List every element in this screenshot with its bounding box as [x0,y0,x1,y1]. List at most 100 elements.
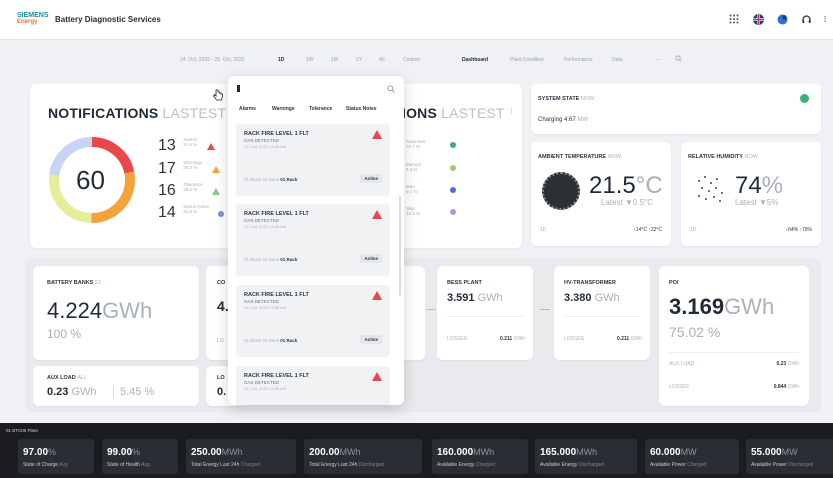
notifications-card: NOTIFICATIONS LASTEST 60 13 Alarms 21.6 %… [30,84,238,248]
humidity-droplets-icon [698,176,723,202]
notification-item[interactable]: RACK FIRE LEVEL 1 FLT GAS DETECTED 25. O… [236,285,390,357]
status-badge: Active [360,254,382,263]
hv-divider [564,316,640,317]
period-1d[interactable]: 1D [278,57,284,63]
globe-icon[interactable] [775,12,789,26]
grid-apps-icon[interactable] [727,12,741,26]
view-data[interactable]: Data [612,57,623,63]
hv-transformer-card[interactable]: HV-TRANSFORMER 3.380 GWh LOSSES 0.211 GW… [554,266,650,360]
alarm-icon [372,291,382,300]
legend-row-alarms[interactable]: 13 Alarms 21.6 % [158,137,215,155]
automatic-status-icon [450,142,456,148]
man-status-icon [450,187,456,193]
period-1w[interactable]: 1W [306,57,314,63]
poi-value: 3.169GWh [669,294,775,319]
humidity-title: RELATIVE HUMIDITY NOW [688,154,758,160]
aux-load-card[interactable]: AUX LOAD ALL 0.23 GWh 5.45 % [33,366,199,406]
overflow-menu-icon[interactable]: ⁝ [823,12,827,26]
converter-value: 4. [217,298,229,314]
plant-summary-bar: 01 BTC00 Plant 97.00% State of Charge Av… [0,423,833,478]
ambient-range: ↓14°C ↑22°C [633,227,662,233]
kpi-available-energy-charged[interactable]: 160.000MWh Available Energy Charged [432,439,528,474]
legend-row-tolerance[interactable]: 16 Tolerance 26.6 % [158,182,221,200]
popup-tab-status-notes[interactable]: Status Notes [346,106,377,112]
popup-scrollbar[interactable] [399,196,401,296]
bess-plant-card[interactable]: BESS PLANT 3.591 GWh LOSSES 0.211 GWh [437,266,533,360]
bess-losses-value: 0.211 GWh [499,336,525,342]
logo-line-1: SIEMENS [17,12,49,19]
aux-load-title: AUX LOAD ALL [47,375,88,381]
kpi-energy-charged[interactable]: 250.00MWh Total Energy Last 24h Charged [186,439,296,474]
view-performance[interactable]: Performance [564,57,593,63]
period-custom[interactable]: Custom [403,57,420,63]
poi-divider [669,352,799,353]
poi-aux-label: AUX LOAD [669,361,695,367]
view-dashboard[interactable]: Dashboard [462,57,488,63]
top-bar: SIEMENS Energy Battery Diagnostic Servic… [0,0,833,40]
poi-title: POI [669,280,679,286]
actions-title: IONS LASTEST [402,105,505,121]
siemens-energy-logo[interactable]: SIEMENS Energy [17,12,49,26]
popup-tab-tolerance[interactable]: Tolerance [309,106,332,112]
notification-item[interactable]: RACK FIRE LEVEL 1 FLT GAS DETECTED 25. O… [236,124,390,196]
manual-status-icon [450,165,456,171]
action-row-skip: Skip 13.6 % [406,206,421,216]
poi-pct: 75.02 % [669,324,721,340]
flow-connector [427,309,435,310]
bess-losses-label: LOSSES [447,336,468,342]
humidity-latest: Latest ▼5% [735,198,779,207]
battery-banks-pct: 100 % [47,327,82,341]
system-state-value: Charging 4.67 MW [538,117,589,123]
alarm-icon [372,372,382,381]
popup-search-icon[interactable] [387,85,395,93]
battery-banks-card[interactable]: BATTERY BANKS 22 4.224GWh 100 % [33,266,199,360]
popup-tab-warnings[interactable]: Warnings [272,106,295,112]
alarm-warning-icon [206,143,215,150]
converter-title: CO [217,280,226,286]
ambient-latest: Latest ▼0.5°C [601,198,654,207]
period-1m[interactable]: 1M [331,57,338,63]
humidity-range: ↓64% ↑79% [785,227,812,233]
kpi-available-power-discharged[interactable]: 55.000MW Available Power Discharged [746,439,833,474]
top-icons: ⁝ [727,12,827,26]
battery-banks-value: 4.224GWh [47,298,153,323]
kpi-state-of-health[interactable]: 99.00% State of Health Avg [102,439,178,474]
humidity-period: 1D [690,227,697,233]
date-range-picker[interactable]: 24. Oct, 2025 - 25. Oct, 2025 [180,57,244,63]
ambient-title: AMBIENT TEMPERATURE NOW [538,154,622,160]
notification-item[interactable]: RACK FIRE LEVEL 1 FLT GAS DETECTED 25. O… [236,204,390,276]
lo-title: LO [217,375,225,381]
status-note-icon [218,211,225,217]
lo-value: 0. [217,386,227,398]
view-plant-condition[interactable]: Plant Condition [510,57,544,63]
legend-row-warnings[interactable]: 17 Warnings 28.3 % [158,160,220,178]
actions-menu-icon[interactable]: ⁝ [510,106,513,117]
search-input[interactable]: --- [656,57,661,63]
hand-cursor-icon [213,89,223,101]
uk-flag-icon[interactable] [751,12,765,26]
popup-handle-icon[interactable] [237,85,240,92]
kpi-energy-discharged[interactable]: 200.00MWh Total Energy Last 24h Discharg… [304,439,422,474]
action-row-manual: Manual 4.5 % [406,162,421,172]
logo-line-2: Energy [17,19,38,25]
kpi-state-of-charge[interactable]: 97.00% State of Charge Avg [18,439,94,474]
system-status-icon [800,94,809,103]
converter-losses-label: LO [217,338,224,344]
system-state-card: SYSTEM STATE NOW Charging 4.67 MW [531,84,821,134]
aux-load-pct: 5.45 % [113,386,154,398]
alarm-icon [372,130,382,139]
poi-card[interactable]: POI 3.169GWh 75.02 % AUX LOAD 0.23 GWh L… [659,266,809,406]
search-icon[interactable] [675,55,682,64]
kpi-available-energy-discharged[interactable]: 165.000MWh Available Energy Discharged [535,439,637,474]
notification-item[interactable]: RACK FIRE LEVEL 1 FLT GAS DETECTED 25. O… [236,366,390,405]
warning-icon [211,166,220,173]
kpi-available-power-charged[interactable]: 60.000MW Available Power Charged [645,439,739,474]
action-row-automatic: Automatic 72.7 % [406,139,427,149]
headset-support-icon[interactable] [799,12,813,26]
legend-row-status-notes[interactable]: 14 Status Notes 21.6 % [158,204,225,222]
period-1y[interactable]: 1Y [356,57,362,63]
aux-load-value: 0.23 GWh [47,386,97,398]
period-all[interactable]: All [379,57,385,63]
popup-tab-alarms[interactable]: Alarms [239,106,256,112]
hv-losses-value: 0.211 GWh [616,336,642,342]
